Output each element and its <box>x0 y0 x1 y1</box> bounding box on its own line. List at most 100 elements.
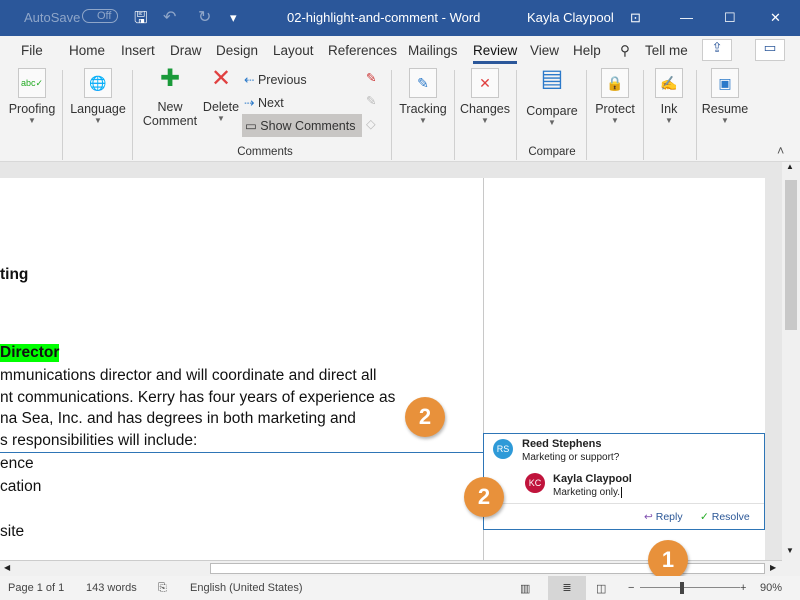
show-comments-label: Show Comments <box>260 119 356 133</box>
tab-references[interactable]: References <box>328 43 397 58</box>
zoom-level[interactable]: 90% <box>760 582 782 594</box>
scroll-left-icon[interactable]: ◀ <box>4 563 10 572</box>
callout-step-1: 1 <box>648 540 688 580</box>
new-comment-label-1: New <box>157 100 183 114</box>
tab-layout[interactable]: Layout <box>273 43 314 58</box>
eraser-icon: ◇ <box>366 117 376 131</box>
comments-icon[interactable]: ▭ <box>755 39 785 61</box>
doc-heading: ting <box>0 266 29 283</box>
tab-view[interactable]: View <box>530 43 559 58</box>
doc-line: nt communications. Kerry has four years … <box>0 389 396 406</box>
ribbon-display-icon[interactable]: ⊡ <box>630 10 641 26</box>
scroll-thumb[interactable] <box>785 180 797 330</box>
doc-line: ence <box>0 455 34 472</box>
ribbon-tabs: File Home Insert Draw Design Layout Refe… <box>0 36 800 64</box>
save-icon[interactable]: 🖫 <box>134 7 148 34</box>
proofing-label: Proofing <box>8 102 56 116</box>
customize-qat-icon[interactable]: ▾ <box>230 10 237 26</box>
word-count[interactable]: 143 words <box>86 582 137 594</box>
doc-line: na Sea, Inc. and has degrees in both mar… <box>0 410 356 427</box>
doc-highlighted-heading: Director <box>0 344 60 362</box>
resume-icon: ▣ <box>711 68 739 98</box>
language-button[interactable]: 🌐 Language ▼ <box>66 64 130 125</box>
ribbon: abc✓ Proofing ▼ 🌐 Language ▼ ✚ New Comment ✕ De… <box>0 64 800 162</box>
vertical-scrollbar[interactable]: ▲ ▼ <box>782 162 800 576</box>
zoom-slider[interactable] <box>640 587 740 588</box>
changes-button[interactable]: ✕ Changes ▼ <box>458 64 512 125</box>
tab-design[interactable]: Design <box>216 43 258 58</box>
undo-icon[interactable]: ↶ <box>163 7 176 27</box>
delete-label: Delete <box>202 100 240 114</box>
tab-mailings[interactable]: Mailings <box>408 43 458 58</box>
new-comment-button[interactable]: ✚ New Comment <box>140 64 200 128</box>
doc-line: cation <box>0 478 42 495</box>
ink-button[interactable]: ✍ Ink ▼ <box>646 64 692 125</box>
collapse-ribbon-icon[interactable]: ˄ <box>777 144 784 158</box>
read-mode-icon[interactable]: ▥ <box>520 582 530 595</box>
tell-me-search[interactable]: Tell me <box>645 43 688 58</box>
tab-home[interactable]: Home <box>69 43 105 58</box>
redo-icon[interactable]: ↻ <box>198 7 211 27</box>
maximize-icon[interactable]: ☐ <box>724 10 736 26</box>
comment-thread[interactable]: RS Reed Stephens Marketing or support? K… <box>483 433 765 530</box>
language-status[interactable]: English (United States) <box>190 582 303 594</box>
scroll-down-icon[interactable]: ▼ <box>786 546 794 555</box>
print-layout-icon[interactable]: ≣ <box>548 576 586 600</box>
language-label: Language <box>70 102 126 116</box>
resume-label: Resume <box>701 102 749 116</box>
reply-author: Kayla Claypool <box>553 473 632 485</box>
next-button[interactable]: ⇢ Next <box>244 95 284 110</box>
scroll-right-icon[interactable]: ▶ <box>770 563 776 572</box>
reply-button[interactable]: ↩ Reply <box>644 511 683 523</box>
previous-label: Previous <box>257 73 307 87</box>
show-comments-icon: ▭ <box>245 119 257 133</box>
title-bar: AutoSave Off 🖫 ↶ ↻ ▾ 02-highlight-and-co… <box>0 0 800 36</box>
page-count[interactable]: Page 1 of 1 <box>8 582 64 594</box>
tab-insert[interactable]: Insert <box>121 43 155 58</box>
show-comments-button[interactable]: ▭ Show Comments <box>242 114 362 137</box>
doc-line: s responsibilities will include: <box>0 432 198 449</box>
compare-label: Compare <box>526 104 578 118</box>
document-title: 02-highlight-and-comment - Word <box>287 10 481 25</box>
reply-icon: ↩ <box>644 511 653 523</box>
compare-group-label: Compare <box>528 146 576 158</box>
scroll-up-icon[interactable]: ▲ <box>786 162 794 171</box>
tracking-button[interactable]: ✎ Tracking ▼ <box>396 64 450 125</box>
resume-button[interactable]: ▣ Resume ▼ <box>700 64 750 125</box>
autosave-toggle[interactable]: Off <box>82 9 119 23</box>
previous-icon: ⇠ <box>244 73 255 87</box>
protect-button[interactable]: 🔒 Protect ▼ <box>590 64 640 125</box>
doc-line: site <box>0 523 25 540</box>
zoom-slider-thumb[interactable] <box>680 582 684 594</box>
new-comment-icon: ✚ <box>159 65 181 92</box>
close-icon[interactable]: ✕ <box>770 10 781 26</box>
tab-draw[interactable]: Draw <box>170 43 202 58</box>
ink-comment-icon[interactable]: ✎ <box>366 70 376 85</box>
spelling-icon: abc✓ <box>18 68 46 98</box>
reply-input[interactable]: Marketing only. <box>553 487 623 498</box>
tab-help[interactable]: Help <box>573 43 601 58</box>
resolve-button[interactable]: ✓ Resolve <box>700 511 750 523</box>
comment-anchor-line <box>0 452 483 453</box>
tab-review[interactable]: Review <box>473 43 518 64</box>
previous-button[interactable]: ⇠ Previous <box>244 72 307 87</box>
pen-icon: ✎ <box>366 94 377 108</box>
zoom-in-icon[interactable]: + <box>740 582 746 594</box>
delete-button[interactable]: ✕ Delete ▼ <box>200 64 242 123</box>
proofing-button[interactable]: abc✓ Proofing ▼ <box>4 64 60 125</box>
callout-step-2: 2 <box>464 477 504 517</box>
user-name[interactable]: Kayla Claypool <box>527 10 614 25</box>
tab-file[interactable]: File <box>21 43 43 58</box>
reply-label: Reply <box>655 511 683 523</box>
minimize-icon[interactable]: — <box>680 10 693 25</box>
proofing-status-icon[interactable]: ⎘ <box>158 582 167 595</box>
compare-icon: ▤ <box>540 65 564 92</box>
share-icon[interactable]: ⇪ <box>702 39 732 61</box>
avatar: KC <box>525 473 545 493</box>
web-layout-icon[interactable]: ◫ <box>596 582 606 595</box>
delete-icon: ✕ <box>210 65 232 92</box>
language-icon: 🌐 <box>84 68 112 98</box>
compare-button[interactable]: ▤ Compare ▼ <box>520 64 584 127</box>
zoom-out-icon[interactable]: − <box>628 582 634 594</box>
tracking-icon: ✎ <box>409 68 437 98</box>
